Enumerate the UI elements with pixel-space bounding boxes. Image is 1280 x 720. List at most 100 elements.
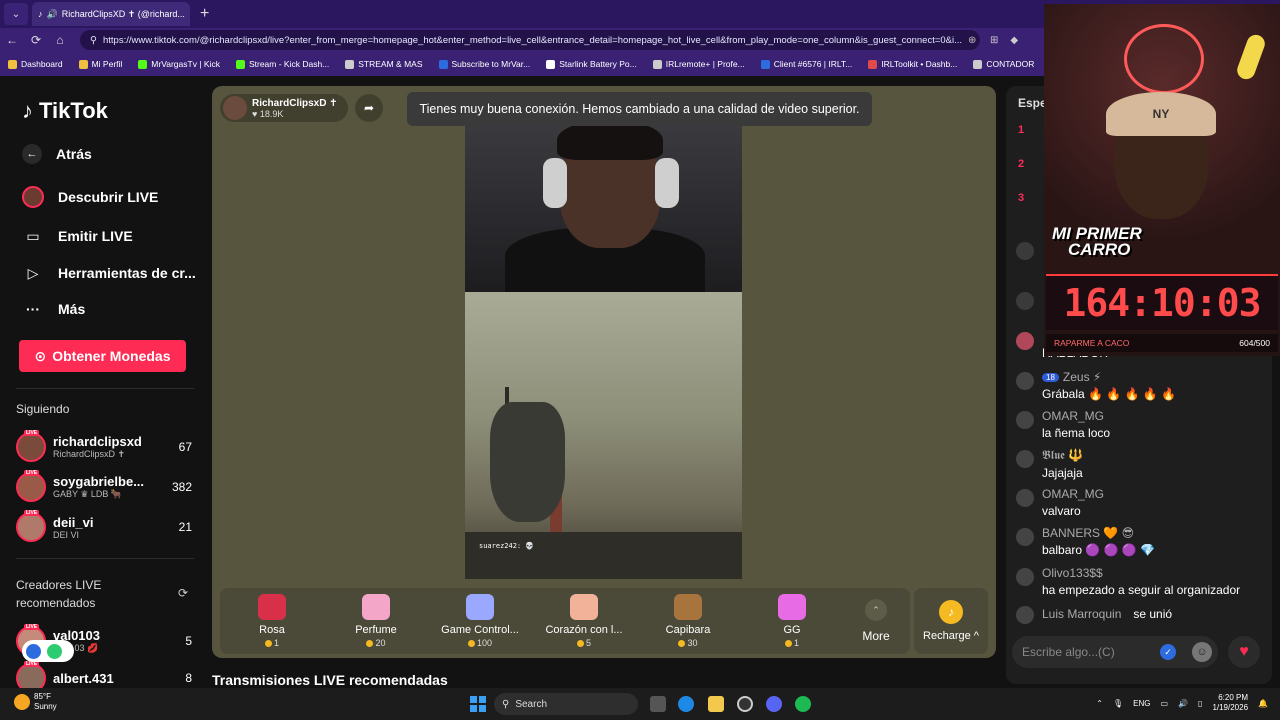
bookmark-item[interactable]: IRLToolkit • Dashb...: [868, 59, 957, 69]
chat-avatar[interactable]: [1016, 411, 1034, 429]
following-name: richardclipsxd: [53, 434, 142, 449]
overlay-title-line2: CARRO: [1068, 240, 1131, 259]
chat-username[interactable]: Zeus ⚡: [1063, 370, 1101, 384]
nav-label: Emitir LIVE: [58, 228, 133, 244]
viewer-count: 5: [185, 634, 192, 648]
url-bar[interactable]: ⚲ https://www.tiktok.com/@richardclipsxd…: [80, 30, 980, 50]
bookmark-item[interactable]: Client #6576 | IRLT...: [760, 59, 852, 69]
extension-icon[interactable]: ◆: [1010, 35, 1018, 46]
chat-username[interactable]: OMAR_MG: [1042, 409, 1104, 423]
bookmark-item[interactable]: STREAM & MAS: [345, 59, 423, 69]
chat-avatar[interactable]: [1016, 450, 1034, 468]
tab-actions-menu[interactable]: ⌄: [4, 3, 28, 25]
chat-avatar[interactable]: [1016, 606, 1034, 624]
notification-bell-icon[interactable]: 🔔: [1258, 699, 1268, 708]
bookmark-label: Mi Perfil: [91, 59, 123, 69]
spotify-icon[interactable]: [795, 696, 811, 712]
network-icon[interactable]: ▭: [1161, 699, 1169, 708]
site-info-icon[interactable]: ⚲: [90, 35, 97, 46]
bookmark-item[interactable]: Mi Perfil: [78, 59, 123, 69]
home-icon[interactable]: ⌂: [48, 33, 72, 47]
chat-username[interactable]: 𝕭𝖑𝖚𝖊 🔱: [1042, 448, 1083, 463]
nav-creator-tools[interactable]: ▷ Herramientas de cr...: [22, 262, 196, 284]
browser-tab-active[interactable]: ♪ 🔊 RichardClipsXD ✝ (@richard... ✕: [32, 2, 190, 26]
gift-price-value: 1: [793, 638, 799, 648]
following-item[interactable]: LIVE soygabrielbe... GABY ♛ LDB 🐂 382: [16, 469, 192, 505]
bookmark-item[interactable]: Starlink Battery Po...: [546, 59, 637, 69]
nav-go-live[interactable]: ▭ Emitir LIVE: [22, 225, 133, 247]
coin-icon: [576, 639, 584, 647]
nav-more[interactable]: ··· Más: [22, 298, 85, 320]
gift-item[interactable]: Game Control... 100: [428, 594, 532, 648]
language-indicator[interactable]: ENG: [1133, 699, 1150, 708]
bookmark-label: Starlink Battery Po...: [559, 59, 637, 69]
live-badge: LIVE: [24, 510, 40, 516]
zoom-icon[interactable]: ⊕: [968, 35, 976, 46]
headphones-icon: [543, 158, 567, 208]
chat-avatar[interactable]: [1016, 528, 1034, 546]
chat-username[interactable]: BANNERS 🧡 😎: [1042, 526, 1134, 540]
new-tab-button[interactable]: +: [200, 5, 209, 23]
chat-avatar[interactable]: [1016, 568, 1034, 586]
chat-username[interactable]: Olivo133$$: [1042, 566, 1103, 580]
gift-price-value: 20: [375, 638, 386, 648]
recharge-button[interactable]: ♪ Recharge ^: [914, 588, 988, 654]
bookmark-item[interactable]: Dashboard: [8, 59, 63, 69]
bookmark-item[interactable]: Subscribe to MrVar...: [438, 59, 530, 69]
task-view-icon[interactable]: [650, 696, 666, 712]
more-gifts-button[interactable]: ⌃ More: [844, 599, 908, 643]
discord-icon[interactable]: [766, 696, 782, 712]
chat-avatar[interactable]: [1016, 489, 1034, 507]
gift-item[interactable]: Capibara 30: [636, 594, 740, 648]
file-explorer-icon[interactable]: [708, 696, 724, 712]
url-text: https://www.tiktok.com/@richardclipsxd/l…: [102, 34, 963, 46]
host-info[interactable]: RichardClipsxD ✝ ♥ 18.9K: [220, 94, 348, 122]
edge-icon[interactable]: [678, 696, 694, 712]
get-coins-button[interactable]: ⊙ Obtener Monedas: [19, 340, 186, 372]
bookmark-item[interactable]: CONTADOR: [973, 59, 1034, 69]
weather-widget[interactable]: 85°F Sunny: [14, 692, 57, 712]
bookmark-label: IRLremote+ | Profe...: [665, 59, 745, 69]
bookmark-item[interactable]: IRLremote+ | Profe...: [652, 59, 745, 69]
level-badge: 18: [1042, 372, 1059, 382]
windows-start-icon[interactable]: [470, 696, 486, 712]
share-icon[interactable]: ➦: [355, 94, 383, 122]
back-link[interactable]: ← Atrás: [22, 144, 92, 164]
bookmark-item[interactable]: MrVargasTv | Kick: [138, 59, 220, 69]
chat-username[interactable]: Luis Marroquin: [1042, 607, 1121, 621]
bookmark-icon: [652, 59, 662, 69]
tiktok-logo[interactable]: ♪ TikTok: [22, 98, 108, 124]
search-icon: ⚲: [502, 698, 510, 710]
bookmark-item[interactable]: Stream - Kick Dash...: [235, 59, 329, 69]
microphone-icon[interactable]: 🎙: [1113, 699, 1123, 708]
gift-item[interactable]: Rosa 1: [220, 594, 324, 648]
gift-item[interactable]: GG 1: [740, 594, 844, 648]
battery-icon[interactable]: ▯: [1198, 699, 1202, 708]
gift-item[interactable]: Corazón con l... 5: [532, 594, 636, 648]
gift-item[interactable]: Perfume 20: [324, 594, 428, 648]
volume-icon[interactable]: 🔊: [1178, 699, 1188, 708]
nav-discover-live[interactable]: Descubrir LIVE: [22, 186, 158, 208]
tab-close-icon[interactable]: ✕: [189, 8, 190, 21]
verified-check-icon[interactable]: ✓: [1160, 644, 1176, 660]
taskbar-search[interactable]: ⚲ Search: [494, 693, 638, 715]
emoji-icon[interactable]: ☺: [1192, 642, 1212, 662]
refresh-icon[interactable]: ⟳: [24, 33, 48, 47]
obs-icon[interactable]: [737, 696, 753, 712]
live-video[interactable]: suarez242: 💀: [465, 118, 742, 579]
following-item[interactable]: LIVE richardclipsxd RichardClipsxD ✝ 67: [16, 429, 192, 465]
live-player[interactable]: suarez242: 💀 RichardClipsxD ✝ ♥ 18.9K ➦ …: [212, 86, 996, 658]
following-item[interactable]: LIVE deii_vi DEI VI 21: [16, 509, 192, 545]
chevron-up-icon[interactable]: ⌃: [1096, 699, 1103, 708]
chat-avatar[interactable]: [1016, 372, 1034, 390]
refresh-icon[interactable]: ⟳: [178, 586, 188, 600]
chat-username[interactable]: OMAR_MG: [1042, 487, 1104, 501]
nav-label: Descubrir LIVE: [58, 189, 159, 205]
chat-input[interactable]: Escribe algo...(C) ✓ ☺: [1012, 636, 1218, 668]
heart-icon[interactable]: ♥: [1228, 636, 1260, 668]
floating-controls[interactable]: [22, 640, 74, 662]
clock[interactable]: 6:20 PM 1/19/2026: [1212, 693, 1248, 713]
collections-icon[interactable]: ⊞: [990, 35, 998, 46]
streamer-overlay: NY MI PRIMER CARRO 164:10:03 RAPARME A C…: [1044, 4, 1280, 356]
back-arrow-icon[interactable]: ←: [0, 33, 24, 47]
